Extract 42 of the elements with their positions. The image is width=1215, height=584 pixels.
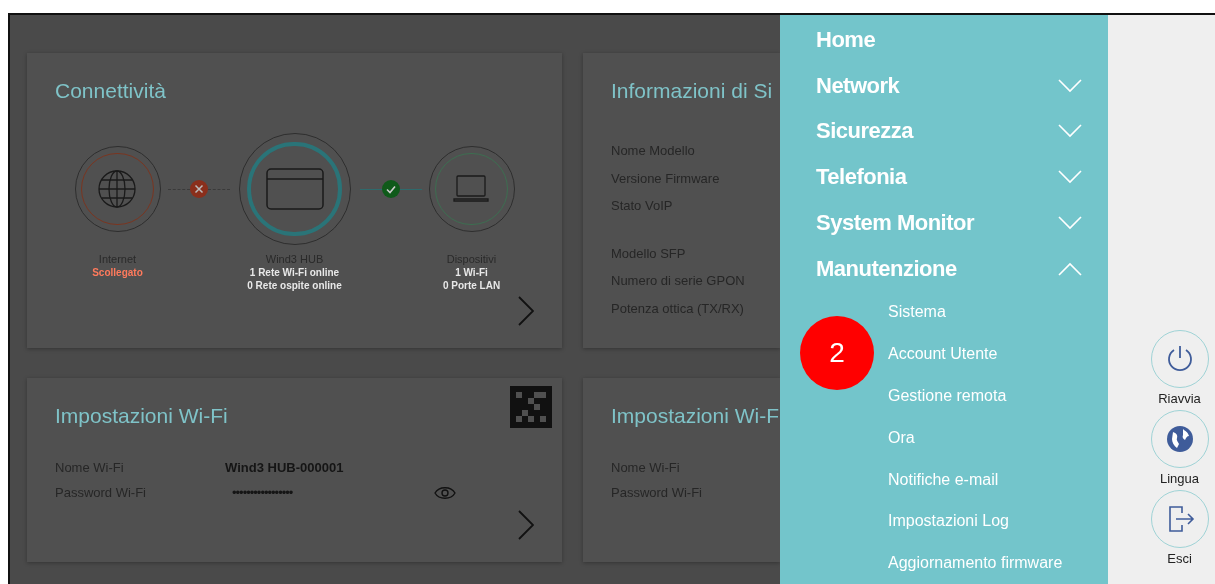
chevron-up-icon (1058, 261, 1082, 276)
node-status: 1 Rete Wi-Fi online (249, 267, 340, 278)
check-icon (381, 180, 400, 198)
action-label: Riavvia (1158, 391, 1201, 406)
node-status: 1 Wi-Fi (455, 267, 488, 278)
node-status: 0 Rete ospite online (247, 280, 342, 291)
menu-item[interactable]: System Monitor (816, 200, 1108, 246)
eye-icon[interactable] (434, 485, 456, 500)
router-icon (264, 167, 325, 211)
card-title: Impostazioni Wi-F (611, 404, 780, 428)
chevron-down-icon (1058, 170, 1082, 185)
node-status: Scollegato (92, 267, 143, 278)
globe-icon (1165, 425, 1194, 453)
submenu-item[interactable]: Account Utente (888, 333, 998, 376)
field-value: Wind3 HUB-000001 (225, 460, 345, 475)
menu-item[interactable]: Sicurezza (816, 108, 1108, 155)
field-value: ••••••••••••••••• (231, 485, 294, 500)
menu-item[interactable]: Telefonia (816, 154, 1108, 201)
card-title: Informazioni di Si (611, 79, 774, 103)
menu-item[interactable]: Home (816, 17, 1108, 63)
submenu-item[interactable]: Ora (888, 416, 915, 459)
action-label: Lingua (1159, 471, 1199, 486)
node-status: 0 Porte LAN (442, 280, 501, 291)
action-label: Esci (1167, 551, 1192, 566)
globe-icon (97, 169, 138, 209)
laptop-icon (453, 174, 490, 204)
card-title: Connettività (55, 79, 167, 103)
qr-code-icon (510, 386, 552, 428)
power-icon (1165, 344, 1194, 374)
submenu-item[interactable]: Notifiche e-mail (888, 458, 999, 501)
chevron-down-icon (1058, 78, 1082, 93)
card-title: Impostazioni Wi-Fi (55, 404, 229, 428)
chevron-down-icon (1058, 124, 1082, 139)
submenu-item[interactable]: Impostazioni Log (888, 500, 1009, 543)
menu-item[interactable]: Manutenzione (816, 245, 1108, 292)
submenu-item[interactable]: Sistema (888, 291, 946, 334)
error-icon (189, 180, 208, 198)
submenu-item[interactable]: Aggiornamento firmware (888, 542, 1063, 584)
submenu-item[interactable]: Gestione remota (888, 375, 1007, 417)
chevron-down-icon (1058, 215, 1082, 230)
menu-item[interactable]: Network (816, 62, 1108, 109)
step-badge: 2 (800, 316, 874, 390)
